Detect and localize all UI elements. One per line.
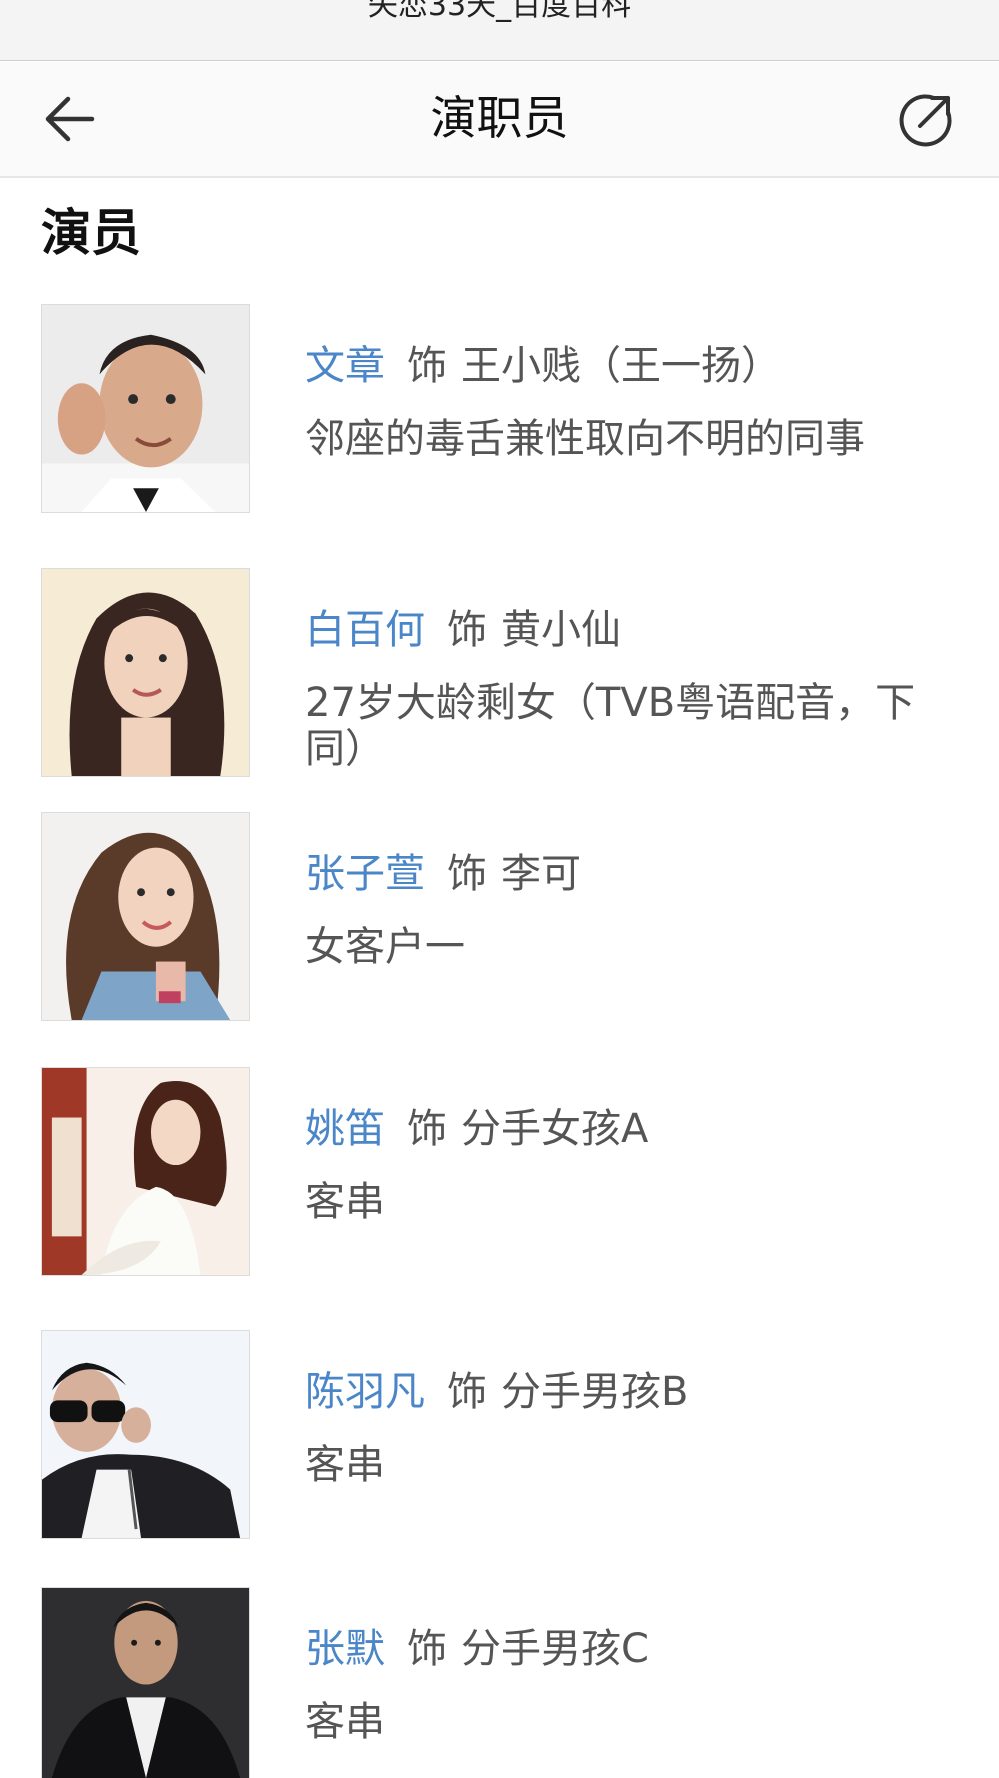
cast-info: 陈羽凡饰分手男孩B 客串 xyxy=(305,1364,955,1488)
cast-headline: 张默饰分手男孩C xyxy=(305,1621,955,1677)
cast-info: 文章饰王小贱（王一扬） 邻座的毒舌兼性取向不明的同事 xyxy=(305,338,955,462)
role-name: 分手男孩B xyxy=(501,1369,689,1415)
role-description: 27岁大龄剩女（TVB粤语配音，下同） xyxy=(305,680,916,772)
role-description: 客串 xyxy=(305,1442,385,1488)
actor-photo[interactable] xyxy=(41,568,250,777)
actor-photo[interactable] xyxy=(41,812,250,1021)
role-name: 李可 xyxy=(501,851,581,897)
role-name: 分手女孩A xyxy=(461,1106,649,1152)
cast-headline: 姚笛饰分手女孩A xyxy=(305,1101,955,1157)
actor-photo[interactable] xyxy=(41,304,250,513)
cast-headline: 张子萱饰李可 xyxy=(305,846,955,902)
cast-info: 白百何饰黄小仙 27岁大龄剩女（TVB粤语配音，下同） xyxy=(305,602,955,772)
role-prefix: 饰 xyxy=(447,1369,487,1415)
cast-headline: 陈羽凡饰分手男孩B xyxy=(305,1364,955,1420)
role-description: 女客户一 xyxy=(305,924,465,970)
role-prefix: 饰 xyxy=(407,1106,447,1152)
role-prefix: 饰 xyxy=(447,851,487,897)
role-prefix: 饰 xyxy=(407,343,447,389)
actor-name-link[interactable]: 张子萱 xyxy=(305,851,425,897)
cast-info: 张默饰分手男孩C 客串 xyxy=(305,1621,955,1745)
actor-name-link[interactable]: 陈羽凡 xyxy=(305,1369,425,1415)
role-name: 分手男孩C xyxy=(461,1626,649,1672)
actor-name-link[interactable]: 文章 xyxy=(305,343,385,389)
role-description: 邻座的毒舌兼性取向不明的同事 xyxy=(305,416,865,462)
actor-name-link[interactable]: 姚笛 xyxy=(305,1106,385,1152)
role-prefix: 饰 xyxy=(447,607,487,653)
role-description: 客串 xyxy=(305,1179,385,1225)
role-prefix: 饰 xyxy=(407,1626,447,1672)
actor-photo[interactable] xyxy=(41,1330,250,1539)
role-name: 黄小仙 xyxy=(501,607,621,653)
role-name: 王小贱（王一扬） xyxy=(461,343,781,389)
cast-info: 姚笛饰分手女孩A 客串 xyxy=(305,1101,955,1225)
cast-info: 张子萱饰李可 女客户一 xyxy=(305,846,955,970)
role-description: 客串 xyxy=(305,1699,385,1745)
cast-headline: 白百何饰黄小仙 xyxy=(305,602,955,658)
cast-list: 文章饰王小贱（王一扬） 邻座的毒舌兼性取向不明的同事 白百何饰黄小仙 27岁大龄… xyxy=(0,0,999,1778)
actor-name-link[interactable]: 张默 xyxy=(305,1626,385,1672)
actor-name-link[interactable]: 白百何 xyxy=(305,607,425,653)
actor-photo[interactable] xyxy=(41,1067,250,1276)
cast-headline: 文章饰王小贱（王一扬） xyxy=(305,338,955,394)
actor-photo[interactable] xyxy=(41,1587,250,1778)
